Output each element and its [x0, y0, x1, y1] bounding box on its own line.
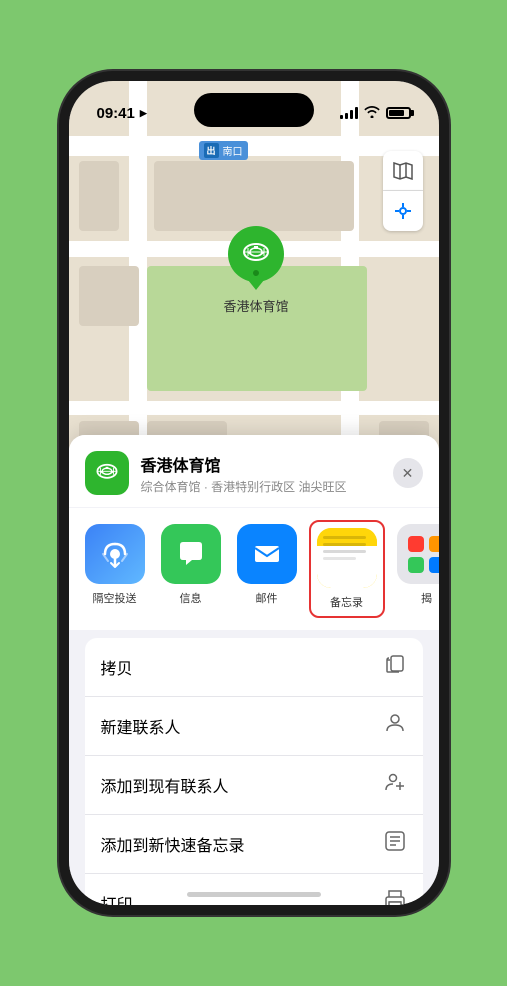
- stadium-icon: [240, 238, 272, 270]
- share-airdrop[interactable]: 隔空投送: [85, 524, 145, 614]
- messages-icon: [161, 524, 221, 584]
- mail-label: 邮件: [256, 590, 278, 606]
- print-icon: [383, 888, 407, 915]
- venue-logo-icon: [93, 459, 121, 487]
- share-mail[interactable]: 邮件: [237, 524, 297, 614]
- print-label: 打印: [101, 891, 133, 915]
- home-indicator: [187, 892, 321, 897]
- new-contact-icon: [383, 711, 407, 741]
- quick-note-label: 添加到新快速备忘录: [101, 832, 245, 856]
- messages-label: 信息: [180, 590, 202, 606]
- battery-icon: [386, 107, 411, 119]
- action-quick-note[interactable]: 添加到新快速备忘录: [85, 815, 423, 874]
- share-notes[interactable]: 备忘录: [313, 524, 381, 614]
- venue-logo: [85, 451, 129, 495]
- south-gate-label: 出 南口: [199, 141, 248, 160]
- close-button[interactable]: ✕: [393, 458, 423, 488]
- quick-note-icon: [383, 829, 407, 859]
- share-more[interactable]: 揭: [397, 524, 439, 614]
- more-icon: [397, 524, 439, 584]
- venue-info: 香港体育馆 综合体育馆 · 香港特别行政区 油尖旺区: [141, 452, 393, 495]
- time-display: 09:41: [97, 105, 135, 122]
- status-icons: [340, 106, 411, 121]
- new-contact-label: 新建联系人: [101, 714, 181, 738]
- phone-frame: 09:41 ▶: [59, 71, 449, 915]
- notes-label: 备忘录: [330, 594, 363, 610]
- stadium-pin[interactable]: 香港体育馆: [224, 226, 289, 315]
- action-copy[interactable]: 拷贝: [85, 638, 423, 697]
- copy-icon: [383, 652, 407, 682]
- share-row: 隔空投送 信息 邮件: [69, 508, 439, 630]
- airdrop-label: 隔空投送: [93, 590, 137, 606]
- copy-label: 拷贝: [101, 655, 133, 679]
- location-button[interactable]: [383, 191, 423, 231]
- wifi-icon: [364, 106, 380, 121]
- pin-circle: [228, 226, 284, 282]
- venue-subtitle: 综合体育馆 · 香港特别行政区 油尖旺区: [141, 478, 393, 495]
- more-label: 揭: [421, 590, 432, 606]
- venue-header: 香港体育馆 综合体育馆 · 香港特别行政区 油尖旺区 ✕: [69, 435, 439, 507]
- map-controls: [383, 151, 423, 231]
- share-messages[interactable]: 信息: [161, 524, 221, 614]
- airdrop-icon: [85, 524, 145, 584]
- signal-icon: [340, 107, 358, 119]
- notes-icon: [317, 528, 377, 588]
- action-list: 拷贝 新建联系人: [85, 638, 423, 915]
- map-view-toggle[interactable]: [383, 151, 423, 191]
- add-contact-icon: [383, 770, 407, 800]
- location-arrow-icon: ▶: [140, 108, 147, 119]
- action-add-contact[interactable]: 添加到现有联系人: [85, 756, 423, 815]
- pin-label: 香港体育馆: [224, 296, 289, 315]
- action-new-contact[interactable]: 新建联系人: [85, 697, 423, 756]
- dynamic-island: [194, 93, 314, 127]
- venue-name: 香港体育馆: [141, 452, 393, 476]
- bottom-sheet: 香港体育馆 综合体育馆 · 香港特别行政区 油尖旺区 ✕: [69, 435, 439, 905]
- status-time: 09:41 ▶: [97, 105, 147, 122]
- mail-icon: [237, 524, 297, 584]
- add-contact-label: 添加到现有联系人: [101, 773, 229, 797]
